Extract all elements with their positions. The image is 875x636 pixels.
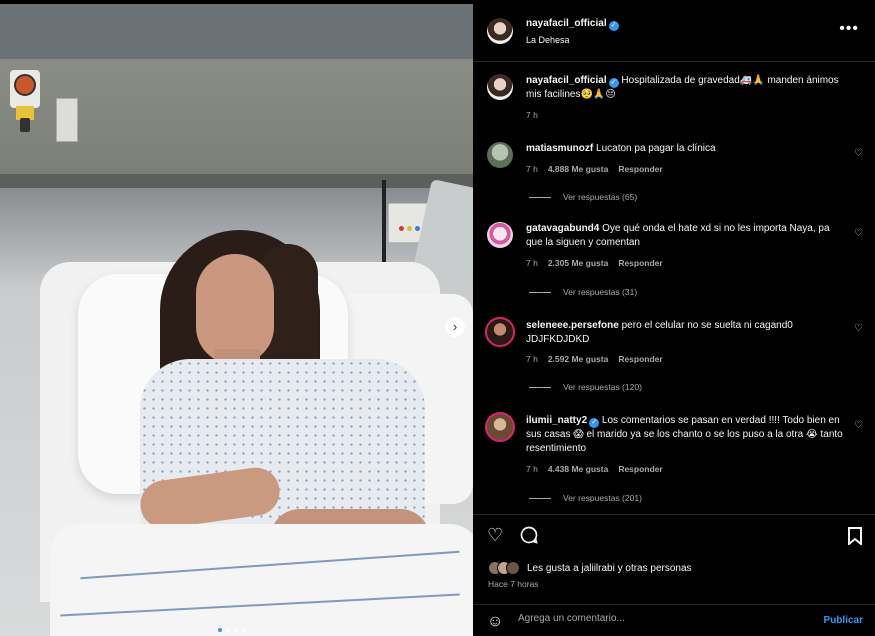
comment-username[interactable]: gatavagabund4 bbox=[526, 223, 599, 234]
avatar[interactable] bbox=[487, 18, 513, 44]
comment-text: gatavagabund4 Oye qué onda el hate xd si… bbox=[526, 222, 846, 250]
comment-composer: ☺ Publicar bbox=[473, 604, 875, 636]
oxygen-gauge bbox=[6, 70, 42, 132]
view-replies-label[interactable]: Ver respuestas (31) bbox=[563, 287, 637, 297]
comment-username[interactable]: seleneee.persefone bbox=[526, 320, 619, 331]
person-face bbox=[196, 254, 274, 364]
comment-likes[interactable]: 4.438 Me gusta bbox=[548, 464, 608, 474]
caption-meta: 7 h bbox=[526, 110, 538, 120]
emoji-icon[interactable]: ☺ bbox=[487, 613, 503, 631]
view-replies-button[interactable]: Ver respuestas (65) bbox=[529, 192, 637, 202]
comment-meta: 7 h 2.305 Me gusta Responder bbox=[526, 258, 663, 268]
reply-button[interactable]: Responder bbox=[618, 464, 662, 474]
wall bbox=[0, 4, 473, 59]
heart-icon[interactable]: ♡ bbox=[854, 323, 863, 334]
caption-time: 7 h bbox=[526, 110, 538, 120]
view-replies-label[interactable]: Ver respuestas (120) bbox=[563, 382, 642, 392]
comment-likes[interactable]: 2.592 Me gusta bbox=[548, 354, 608, 364]
bookmark-icon[interactable] bbox=[847, 527, 863, 550]
more-options-icon[interactable]: ••• bbox=[839, 20, 859, 38]
reply-button[interactable]: Responder bbox=[618, 258, 662, 268]
comment-time: 7 h bbox=[526, 164, 538, 174]
comment-icon[interactable] bbox=[519, 525, 539, 550]
post-photo[interactable]: › bbox=[0, 4, 473, 636]
comment-username[interactable]: matiasmunozf bbox=[526, 143, 593, 154]
comment-likes[interactable]: 2.305 Me gusta bbox=[548, 258, 608, 268]
caption-text: nayafacil_official ✓ Hospitalizada de gra… bbox=[526, 74, 846, 102]
verified-icon: ✓ bbox=[589, 418, 600, 428]
post-time-ago: Hace 7 horas bbox=[488, 579, 539, 589]
reply-button[interactable]: Responder bbox=[618, 164, 662, 174]
heart-icon[interactable]: ♡ bbox=[854, 228, 863, 239]
cable bbox=[382, 180, 386, 266]
likes-summary[interactable]: Les gusta a jaliilrabi y otras personas bbox=[488, 561, 692, 575]
carousel-dots bbox=[218, 628, 246, 632]
carousel-dot bbox=[234, 628, 238, 632]
post-header: nayafacil_official ✓ La Dehesa ••• bbox=[473, 0, 875, 62]
view-replies-button[interactable]: Ver respuestas (201) bbox=[529, 493, 642, 503]
carousel-dot bbox=[226, 628, 230, 632]
view-replies-button[interactable]: Ver respuestas (120) bbox=[529, 382, 642, 392]
avatar[interactable] bbox=[485, 317, 515, 347]
heart-icon[interactable]: ♡ bbox=[854, 148, 863, 159]
verified-icon: ✓ bbox=[608, 78, 619, 88]
comment-text: ilumii_natty2 ✓ Los comentarios se pasan … bbox=[526, 414, 846, 456]
caption-username[interactable]: nayafacil_official bbox=[526, 75, 607, 86]
comment-likes[interactable]: 4.888 Me gusta bbox=[548, 164, 608, 174]
rail-shadow bbox=[0, 174, 473, 188]
author-username[interactable]: nayafacil_official bbox=[526, 18, 607, 29]
comment-time: 7 h bbox=[526, 464, 538, 474]
wall-switch bbox=[56, 98, 78, 142]
avatar[interactable] bbox=[487, 222, 513, 248]
view-replies-button[interactable]: Ver respuestas (31) bbox=[529, 287, 637, 297]
publish-button[interactable]: Publicar bbox=[824, 615, 863, 626]
comment-meta: 7 h 4.438 Me gusta Responder bbox=[526, 464, 663, 474]
avatar[interactable] bbox=[487, 142, 513, 168]
heart-icon[interactable]: ♡ bbox=[487, 525, 503, 546]
chevron-right-icon[interactable]: › bbox=[445, 317, 465, 337]
view-replies-label[interactable]: Ver respuestas (65) bbox=[563, 192, 637, 202]
post-sidebar: nayafacil_official ✓ La Dehesa ••• nayafa… bbox=[473, 0, 875, 636]
post-location[interactable]: La Dehesa bbox=[526, 35, 570, 45]
carousel-dot bbox=[242, 628, 246, 632]
comment-meta: 7 h 2.592 Me gusta Responder bbox=[526, 354, 663, 364]
carousel-dot-active bbox=[218, 628, 222, 632]
comment-meta: 7 h 4.888 Me gusta Responder bbox=[526, 164, 663, 174]
instagram-post-modal: › nayafacil_official ✓ La Dehesa ••• naya… bbox=[0, 0, 875, 636]
comment-text: seleneee.persefone pero el celular no se… bbox=[526, 319, 846, 347]
liker-avatars bbox=[488, 561, 520, 575]
verified-icon: ✓ bbox=[608, 21, 619, 31]
comment-username[interactable]: ilumii_natty2 bbox=[526, 415, 587, 426]
reply-button[interactable]: Responder bbox=[618, 354, 662, 364]
comment-time: 7 h bbox=[526, 258, 538, 268]
comment-body: Lucaton pa pagar la clínica bbox=[596, 143, 716, 154]
comment-input[interactable] bbox=[518, 613, 808, 624]
comment-time: 7 h bbox=[526, 354, 538, 364]
likes-text[interactable]: Les gusta a jaliilrabi y otras personas bbox=[527, 563, 692, 574]
comment-text: matiasmunozf Lucaton pa pagar la clínica bbox=[526, 142, 846, 156]
blanket bbox=[50, 524, 473, 636]
view-replies-label[interactable]: Ver respuestas (201) bbox=[563, 493, 642, 503]
post-actions: ♡ Les gusta a jaliilrabi y otras persona… bbox=[473, 514, 875, 614]
avatar[interactable] bbox=[487, 74, 513, 100]
avatar[interactable] bbox=[485, 412, 515, 442]
heart-icon[interactable]: ♡ bbox=[854, 420, 863, 431]
